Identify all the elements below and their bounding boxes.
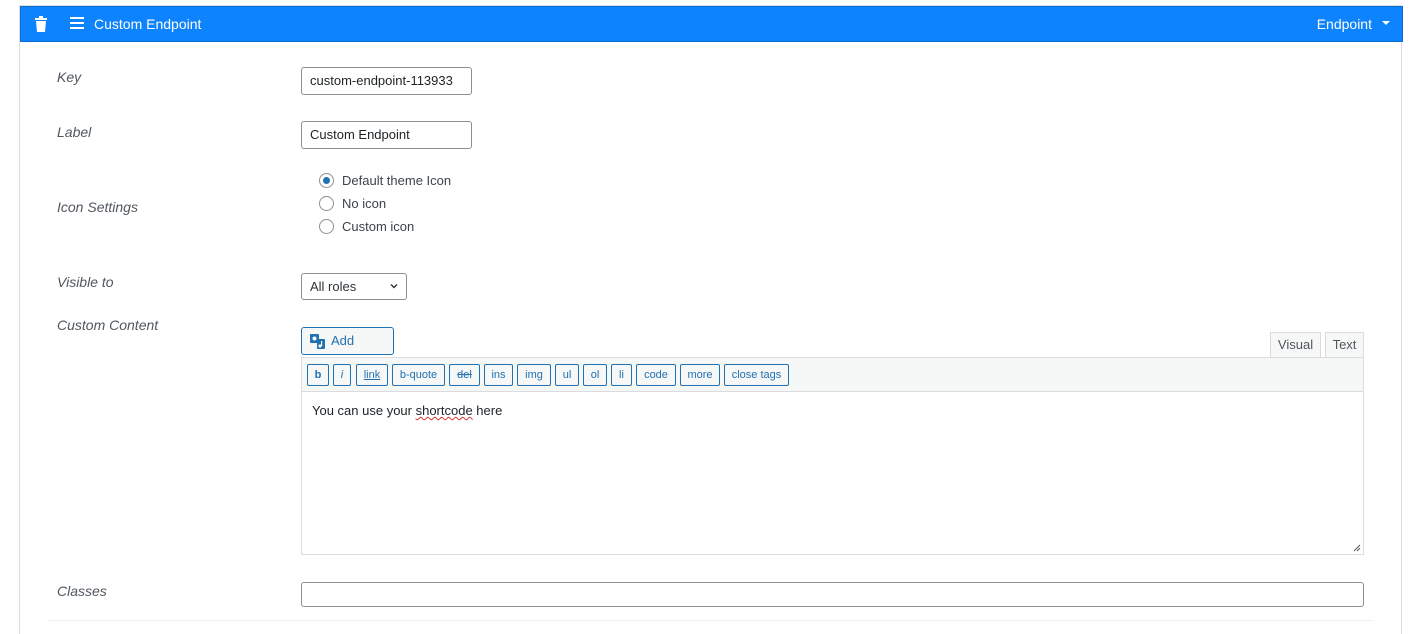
label-input[interactable]: Custom Endpoint (301, 121, 472, 149)
editor-content[interactable]: You can use your shortcode here (312, 403, 502, 419)
key-label: Key (57, 69, 82, 85)
qt-del-button[interactable]: del (449, 364, 480, 386)
editor-text-part: You can use your (312, 403, 416, 418)
radio-no-icon[interactable]: No icon (319, 194, 386, 212)
radio-custom-icon[interactable]: Custom icon (319, 217, 414, 235)
content-editor[interactable]: b i link b-quote del ins img ul ol li co… (301, 357, 1364, 555)
radio-label: No icon (342, 195, 387, 211)
endpoint-panel: Custom Endpoint Endpoint Key custom-endp… (19, 5, 1403, 634)
label-label: Label (57, 124, 92, 140)
icon-settings-label: Icon Settings (57, 199, 138, 215)
chevron-down-icon (390, 284, 398, 289)
qt-bquote-button[interactable]: b-quote (392, 364, 445, 386)
qt-close-tags-button[interactable]: close tags (724, 364, 789, 386)
add-media-button[interactable]: Add Media (301, 327, 394, 374)
media-icon (310, 334, 325, 349)
custom-content-label: Custom Content (57, 317, 159, 333)
panel-header[interactable]: Custom Endpoint Endpoint (20, 6, 1403, 42)
qt-more-button[interactable]: more (680, 364, 720, 386)
visible-to-label: Visible to (57, 274, 114, 290)
radio-label: Default theme Icon (342, 172, 452, 188)
qt-img-button[interactable]: img (517, 364, 551, 386)
classes-input[interactable] (301, 582, 1364, 607)
key-input[interactable]: custom-endpoint-113933 (301, 67, 472, 95)
radio-label: Custom icon (342, 218, 415, 234)
tab-text[interactable]: Text (1325, 332, 1364, 358)
radio-default-theme-icon[interactable]: Default theme Icon (319, 171, 451, 189)
visible-to-select[interactable]: All roles (301, 273, 407, 300)
qt-li-button[interactable]: li (611, 364, 632, 386)
radio-button[interactable] (319, 195, 334, 211)
qt-ol-button[interactable]: ol (583, 364, 607, 386)
qt-ins-button[interactable]: ins (484, 364, 513, 386)
tab-visual[interactable]: Visual (1270, 332, 1321, 358)
menu-icon[interactable] (70, 17, 84, 29)
qt-bold-button[interactable]: b (307, 364, 329, 386)
endpoint-type-dropdown[interactable]: Endpoint (1317, 15, 1372, 33)
qt-link-button[interactable]: link (356, 364, 388, 386)
quicktags-toolbar: b i link b-quote del ins img ul ol li co… (302, 358, 1363, 392)
caret-down-icon[interactable] (1382, 21, 1390, 25)
radio-button[interactable] (319, 172, 334, 188)
misspelled-word: shortcode (415, 403, 473, 418)
qt-ul-button[interactable]: ul (555, 364, 579, 386)
qt-italic-button[interactable]: i (333, 364, 351, 386)
classes-label: Classes (57, 583, 107, 599)
visible-to-value: All roles (310, 279, 357, 294)
panel-title: Custom Endpoint (94, 16, 202, 32)
radio-button[interactable] (319, 218, 334, 234)
editor-text-part: here (472, 403, 503, 418)
qt-code-button[interactable]: code (636, 364, 676, 386)
trash-icon[interactable] (34, 16, 48, 32)
divider (48, 620, 1373, 621)
resize-grip-icon[interactable] (1353, 544, 1361, 552)
